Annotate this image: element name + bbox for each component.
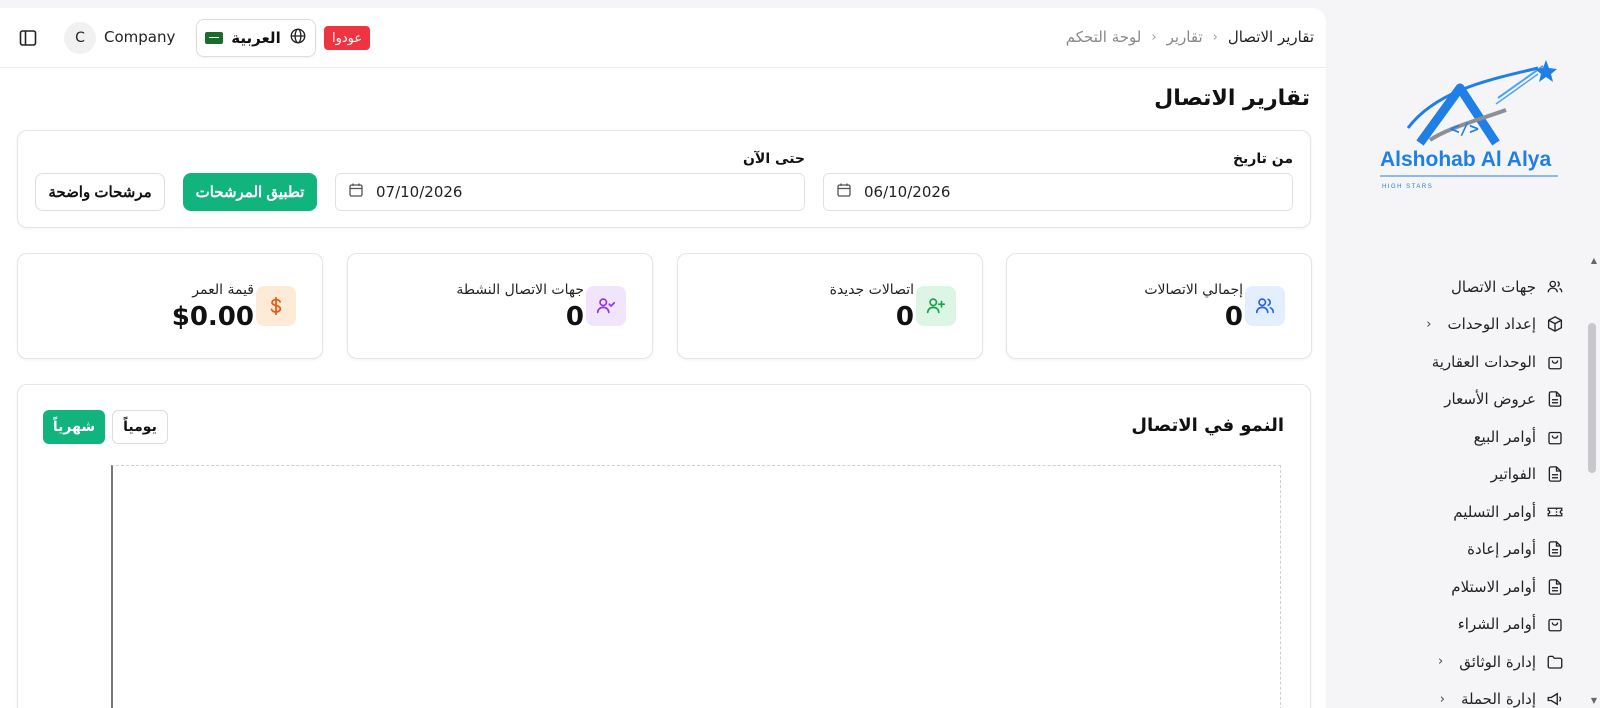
user-plus-icon bbox=[916, 286, 956, 326]
sidebar-item-label: أوامر الاستلام bbox=[1451, 577, 1536, 596]
sidebar-item-label: أوامر البيع bbox=[1473, 427, 1536, 446]
folder-icon bbox=[1546, 653, 1564, 671]
sidebar-item-label: إعداد الوحدات bbox=[1447, 315, 1536, 334]
sidebar-item-label: عروض الأسعار bbox=[1444, 390, 1536, 409]
chevron-left-icon: ‹ bbox=[1212, 29, 1218, 45]
globe-icon bbox=[289, 27, 307, 49]
sidebar-item-label: أوامر التسليم bbox=[1453, 502, 1536, 521]
sidebar-nav: جهات الاتصال إعداد الوحدات ‹ الوحدات الع… bbox=[1334, 268, 1564, 708]
sidebar: </> Alshohab Al Alya HIGH STARS جهات الا… bbox=[1326, 0, 1600, 708]
scroll-up-icon[interactable]: ▲ bbox=[1591, 256, 1597, 265]
chevron-left-icon: ‹ bbox=[1437, 654, 1444, 670]
chart-title: النمو في الاتصال bbox=[1131, 415, 1284, 436]
to-date-value: 07/10/2026 bbox=[376, 183, 463, 201]
language-label: العربية bbox=[231, 29, 281, 47]
sidebar-item-campaign-management[interactable]: إدارة الحملة ‹ bbox=[1334, 681, 1564, 708]
sidebar-item-purchase-orders[interactable]: أوامر الشراء bbox=[1334, 606, 1564, 644]
to-date-label: حتى الآن bbox=[742, 151, 805, 167]
breadcrumb-dashboard[interactable]: لوحة التحكم bbox=[1066, 28, 1142, 46]
stat-value: 0 bbox=[565, 302, 584, 332]
clear-filters-button[interactable]: مرشحات واضحة bbox=[35, 173, 165, 211]
megaphone-icon bbox=[1546, 690, 1564, 708]
saudi-flag-icon bbox=[205, 32, 224, 44]
chevron-left-icon: ‹ bbox=[1439, 691, 1445, 707]
company-name[interactable]: Company bbox=[104, 28, 175, 46]
chart-plot-area bbox=[111, 465, 1281, 708]
breadcrumb-reports[interactable]: تقارير bbox=[1167, 28, 1203, 46]
sidebar-item-receipt-orders[interactable]: أوامر الاستلام bbox=[1334, 568, 1564, 606]
page-title: تقارير الاتصال bbox=[1154, 86, 1310, 111]
daily-toggle-button[interactable]: يومياً bbox=[112, 410, 168, 444]
chevron-left-icon: ‹ bbox=[1151, 29, 1157, 45]
brand-logo[interactable]: </> Alshohab Al Alya HIGH STARS bbox=[1378, 58, 1568, 208]
to-date-input[interactable]: 07/10/2026 bbox=[335, 173, 805, 211]
sidebar-item-sales-orders[interactable]: أوامر البيع bbox=[1334, 418, 1564, 456]
sidebar-item-label: إدارة الوثائق bbox=[1459, 652, 1536, 671]
monthly-toggle-button[interactable]: شهرياً bbox=[43, 410, 105, 444]
sidebar-item-label: جهات الاتصال bbox=[1450, 277, 1536, 296]
from-date-label: من تاريخ bbox=[1232, 151, 1293, 167]
user-check-icon bbox=[586, 286, 626, 326]
sidebar-item-label: أوامر إعادة bbox=[1467, 540, 1536, 559]
sidebar-item-invoices[interactable]: الفواتير bbox=[1334, 456, 1564, 494]
file-icon bbox=[1546, 540, 1564, 558]
users-icon bbox=[1245, 286, 1285, 326]
bag-icon bbox=[1546, 428, 1564, 446]
stat-label: جهات الاتصال النشطة bbox=[456, 282, 584, 298]
sidebar-item-label: الفواتير bbox=[1490, 465, 1536, 484]
main-panel: C Company العربية عودوا لوحة التحكم ‹ تق… bbox=[0, 8, 1326, 708]
sidebar-item-document-management[interactable]: إدارة الوثائق ‹ bbox=[1334, 643, 1564, 681]
sidebar-toggle-icon[interactable] bbox=[18, 28, 38, 48]
scroll-down-icon[interactable]: ▼ bbox=[1591, 696, 1597, 705]
calendar-icon bbox=[348, 182, 364, 202]
file-icon bbox=[1546, 390, 1564, 408]
from-date-input[interactable]: 06/10/2026 bbox=[823, 173, 1293, 211]
bag-icon bbox=[1546, 353, 1564, 371]
sidebar-item-return-orders[interactable]: أوامر إعادة bbox=[1334, 531, 1564, 569]
svg-text:</>: </> bbox=[1450, 119, 1479, 138]
stat-value: 0 bbox=[895, 302, 914, 332]
stat-value: 0 bbox=[1224, 302, 1243, 332]
filter-card: من تاريخ 06/10/2026 حتى الآن 07/10/2026 … bbox=[17, 130, 1311, 228]
stat-label: قيمة العمر bbox=[192, 282, 254, 298]
sidebar-scrollbar[interactable] bbox=[1588, 323, 1596, 473]
stat-label: إجمالي الاتصالات bbox=[1144, 282, 1243, 298]
ticket-icon bbox=[1546, 503, 1564, 521]
stat-card-active-contacts: جهات الاتصال النشطة 0 bbox=[347, 253, 653, 359]
breadcrumb: لوحة التحكم ‹ تقارير ‹ تقارير الاتصال bbox=[1066, 28, 1314, 46]
avatar[interactable]: C bbox=[64, 22, 96, 54]
from-date-value: 06/10/2026 bbox=[864, 183, 951, 201]
brand-name: Alshohab Al Alya bbox=[1380, 148, 1551, 171]
file-icon bbox=[1546, 578, 1564, 596]
contact-growth-chart-card: النمو في الاتصال يومياً شهرياً bbox=[17, 384, 1311, 708]
brand-tagline: HIGH STARS bbox=[1382, 184, 1433, 190]
dollar-icon bbox=[256, 286, 296, 326]
sidebar-item-contacts[interactable]: جهات الاتصال bbox=[1334, 268, 1564, 306]
sidebar-item-real-estate-units[interactable]: الوحدات العقارية bbox=[1334, 343, 1564, 381]
stat-label: اتصالات جديدة bbox=[829, 282, 914, 298]
users-icon bbox=[1546, 278, 1564, 296]
sidebar-item-label: إدارة الحملة bbox=[1461, 690, 1536, 708]
language-switcher-button[interactable]: العربية bbox=[196, 19, 316, 57]
stat-card-total-contacts: إجمالي الاتصالات 0 bbox=[1006, 253, 1312, 359]
stat-card-lifetime-value: قيمة العمر $0.00 bbox=[17, 253, 323, 359]
sidebar-item-label: أوامر الشراء bbox=[1457, 615, 1536, 634]
sidebar-item-quotes[interactable]: عروض الأسعار bbox=[1334, 381, 1564, 419]
apply-filters-button[interactable]: تطبيق المرشحات bbox=[183, 173, 317, 211]
stat-value: $0.00 bbox=[171, 302, 254, 332]
bag-icon bbox=[1546, 615, 1564, 633]
sidebar-item-units-setup[interactable]: إعداد الوحدات ‹ bbox=[1334, 306, 1564, 344]
stat-card-new-contacts: اتصالات جديدة 0 bbox=[677, 253, 983, 359]
sidebar-item-label: الوحدات العقارية bbox=[1431, 352, 1536, 371]
file-icon bbox=[1546, 465, 1564, 483]
chevron-left-icon: ‹ bbox=[1426, 316, 1432, 332]
status-badge[interactable]: عودوا bbox=[324, 26, 371, 50]
breadcrumb-current: تقارير الاتصال bbox=[1227, 28, 1314, 46]
sidebar-item-delivery-orders[interactable]: أوامر التسليم bbox=[1334, 493, 1564, 531]
box-icon bbox=[1546, 315, 1564, 333]
calendar-icon bbox=[836, 182, 852, 202]
top-bar: C Company العربية عودوا لوحة التحكم ‹ تق… bbox=[0, 8, 1326, 68]
